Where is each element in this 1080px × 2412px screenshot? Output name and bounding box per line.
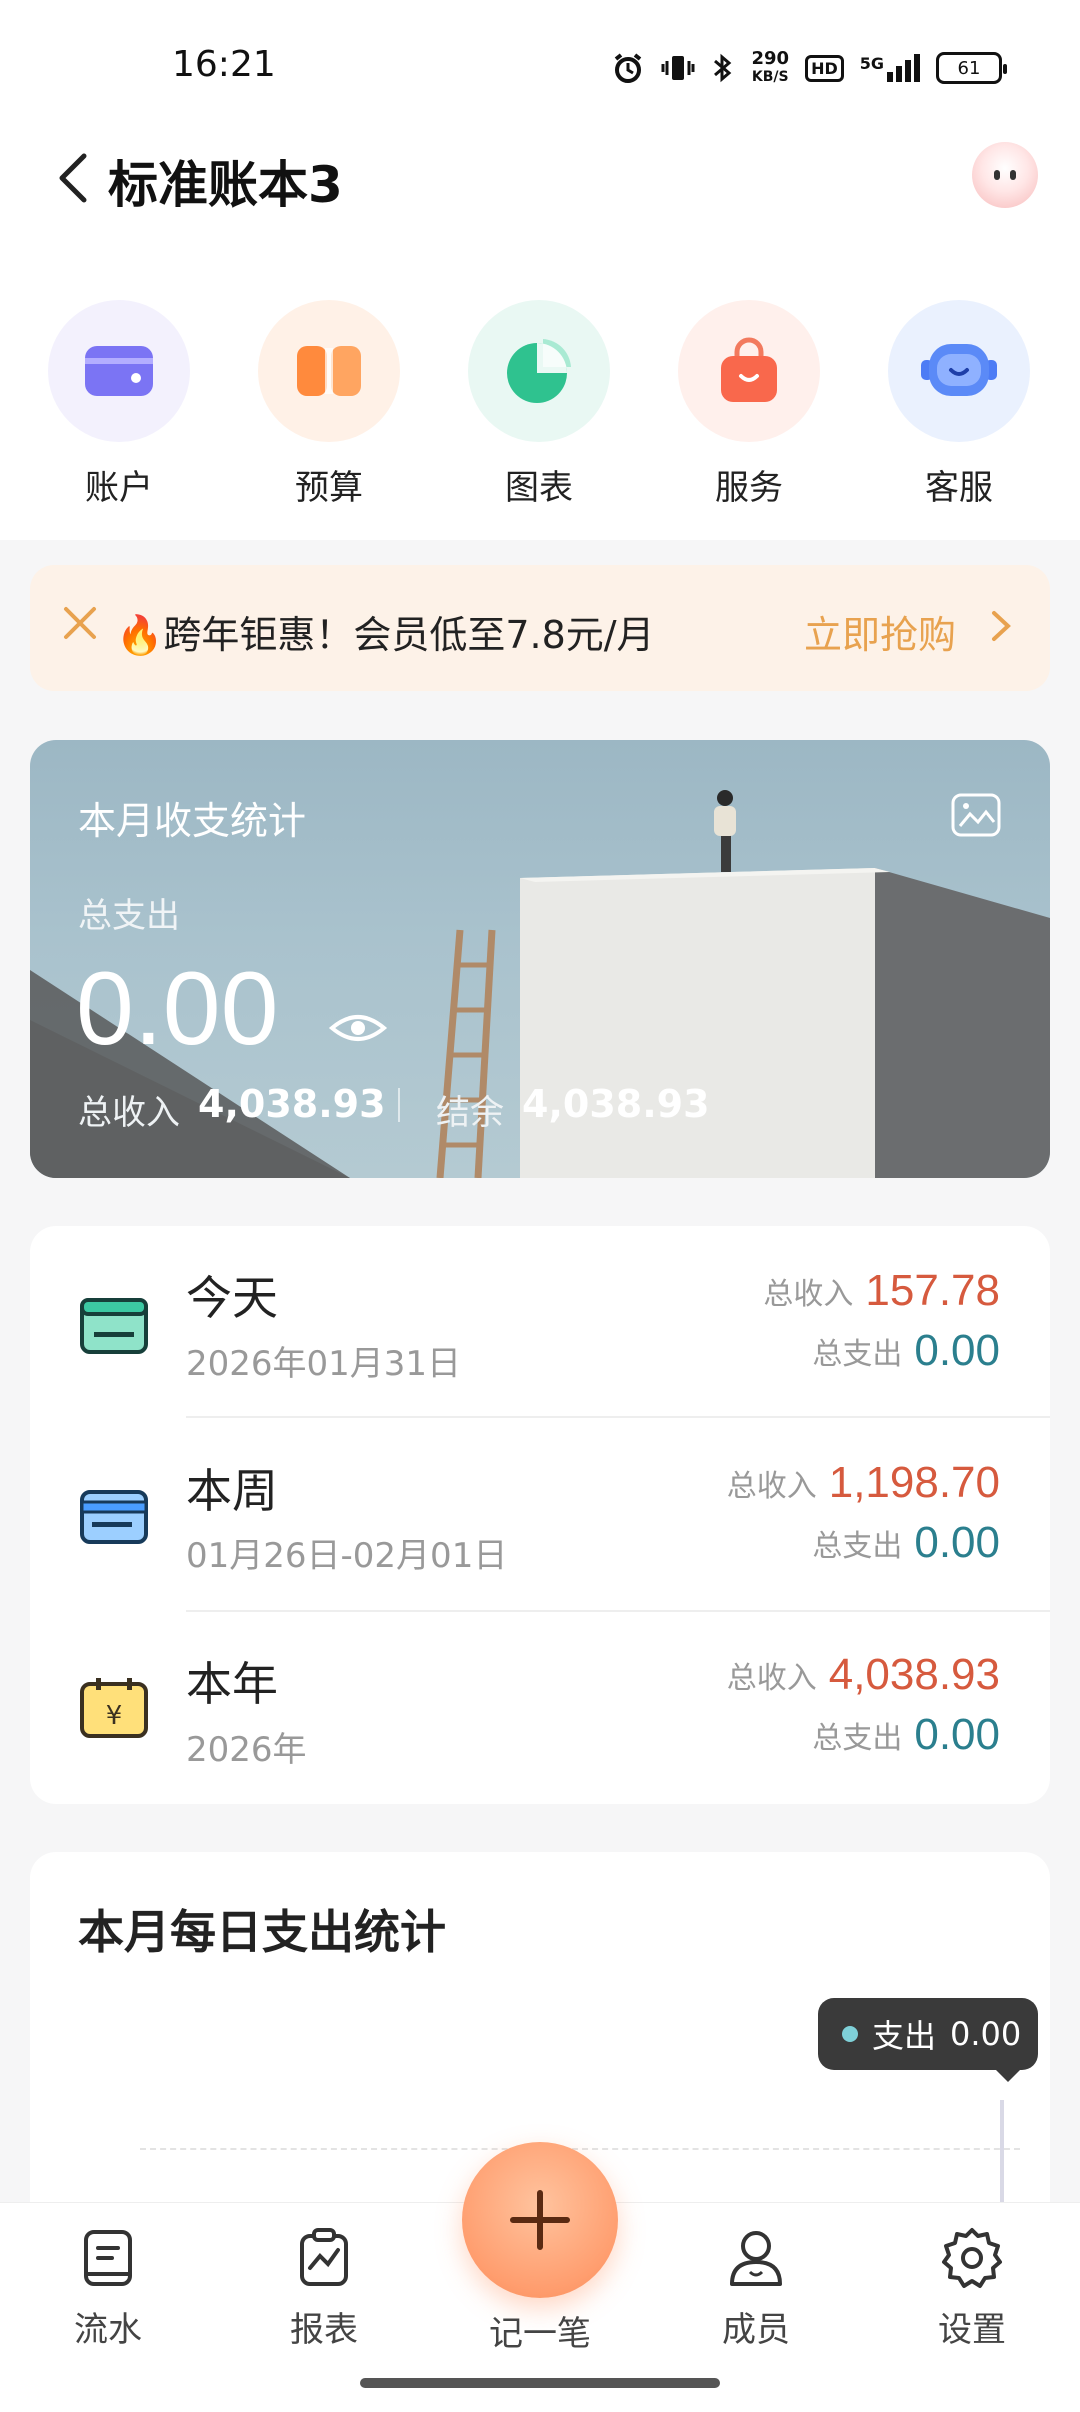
eye-icon[interactable] (328, 1006, 388, 1050)
card-week-icon (80, 1490, 148, 1544)
expense-line: 总支出 0.00 (812, 1326, 1000, 1375)
pie-chart-icon (468, 300, 610, 442)
vibrate-icon (661, 56, 695, 80)
quick-action-budget[interactable]: 预算 (254, 300, 404, 509)
hero-balance-label: 结余 (436, 1093, 504, 1133)
daily-title: 本月每日支出统计 (78, 1905, 446, 1959)
income-line: 总收入 157.78 (763, 1266, 1000, 1315)
robot-support-icon (888, 300, 1030, 442)
period-row-today[interactable] (30, 1226, 1050, 1416)
gear-icon (942, 2228, 1002, 2288)
expense-line: 总支出 0.00 (812, 1518, 1000, 1567)
bluetooth-icon (714, 53, 732, 83)
nav-settings[interactable]: 设置 (892, 2226, 1052, 2351)
nav-ledger[interactable]: 流水 (28, 2226, 188, 2351)
battery-icon: 61 (936, 52, 1007, 84)
period-date: 2026年01月31日 (186, 1344, 462, 1384)
hero-expense-label: 总支出 (78, 896, 180, 936)
home-indicator[interactable] (360, 2378, 720, 2388)
series-dot (842, 2026, 858, 2042)
add-record-button[interactable] (462, 2142, 618, 2298)
signal-5g: 5G (860, 54, 920, 82)
chart-gridline (140, 2148, 1020, 2150)
report-icon (300, 2228, 348, 2286)
back-icon[interactable] (50, 150, 94, 206)
change-background-icon[interactable] (950, 792, 1002, 838)
hero-income-value: 4,038.93 (198, 1082, 386, 1126)
page-title: 标准账本3 (108, 156, 343, 214)
hd-badge: HD (805, 54, 844, 82)
quick-action-account[interactable]: 账户 (44, 300, 194, 509)
shopping-bag-icon (678, 300, 820, 442)
avatar[interactable] (972, 142, 1038, 208)
quick-action-support[interactable]: 客服 (884, 300, 1034, 509)
quick-action-chart[interactable]: 图表 (464, 300, 614, 509)
nav-report[interactable]: 报表 (244, 2226, 404, 2351)
hero-balance-value: 4,038.93 (522, 1082, 710, 1126)
hero-divider (398, 1088, 400, 1122)
svg-text:¥: ¥ (106, 1701, 123, 1731)
period-row-year[interactable] (30, 1612, 1050, 1804)
period-name: 本周 (186, 1464, 278, 1518)
quick-action-service[interactable]: 服务 (674, 300, 824, 509)
promo-text: 🔥跨年钜惠！会员低至7.8元/月 (116, 613, 655, 657)
plus-icon (510, 2190, 570, 2250)
status-time: 16:21 (172, 44, 276, 85)
period-name: 今天 (186, 1271, 278, 1325)
period-row-week[interactable] (30, 1418, 1050, 1610)
income-line: 总收入 4,038.93 (726, 1650, 1000, 1699)
chevron-right-icon[interactable] (990, 609, 1012, 643)
period-name: 本年 (186, 1657, 278, 1711)
status-icons: 290 KB/S HD 5G 61 (611, 40, 1007, 96)
calendar-yuan-icon: ¥ (80, 1678, 148, 1738)
hero-expense-amount: 0.00 (76, 951, 279, 1067)
close-icon[interactable] (62, 605, 98, 641)
period-date: 2026年 (186, 1730, 307, 1770)
net-speed: 290 KB/S (751, 48, 790, 86)
member-icon (730, 2231, 782, 2286)
calendar-today-icon (80, 1298, 148, 1354)
chart-tooltip: 支出 0.00 (818, 1998, 1038, 2082)
wallet-icon (48, 300, 190, 442)
hero-title: 本月收支统计 (78, 799, 307, 843)
hero-income-label: 总收入 (78, 1093, 180, 1133)
alarm-icon (615, 53, 642, 83)
budget-icon (258, 300, 400, 442)
nav-members[interactable]: 成员 (676, 2226, 836, 2351)
expense-line: 总支出 0.00 (812, 1710, 1000, 1759)
nav-add-label[interactable]: 记一笔 (460, 2306, 620, 2355)
ledger-icon (84, 2230, 132, 2286)
period-date: 01月26日-02月01日 (186, 1536, 508, 1576)
promo-buy-button[interactable]: 立即抢购 (804, 604, 956, 659)
income-line: 总收入 1,198.70 (726, 1458, 1000, 1507)
